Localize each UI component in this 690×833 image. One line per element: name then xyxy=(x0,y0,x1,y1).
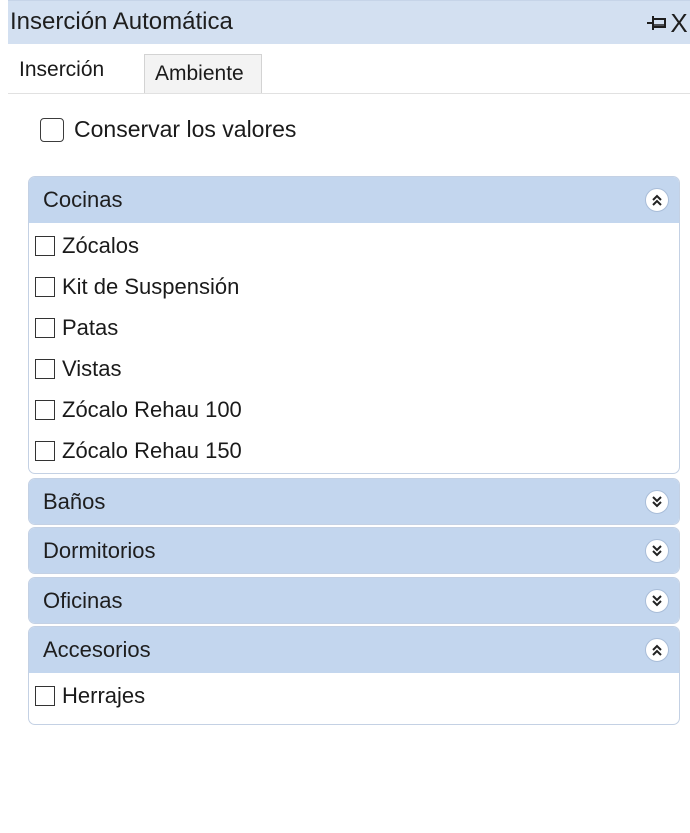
group-header-dormitorios[interactable]: Dormitorios xyxy=(29,528,679,573)
group-title: Dormitorios xyxy=(43,538,156,563)
chevron-up-double-icon[interactable] xyxy=(645,188,669,212)
item-label: Patas xyxy=(62,314,119,340)
keep-values-checkbox[interactable]: Conservar los valores xyxy=(40,116,296,143)
group-title: Baños xyxy=(43,489,106,514)
checkbox-box[interactable] xyxy=(35,235,55,256)
tab-insercion[interactable]: Inserción xyxy=(11,50,139,94)
list-item[interactable]: Zócalo Rehau 150 xyxy=(35,430,679,471)
keep-values-label: Conservar los valores xyxy=(74,116,297,142)
panel-title: Inserción Automática xyxy=(10,8,233,35)
checkbox-box[interactable] xyxy=(35,440,55,461)
list-item[interactable]: Patas xyxy=(35,307,679,348)
title-bar: Inserción Automática X xyxy=(8,0,690,44)
insertion-panel: Inserción Automática X Inserción Ambient… xyxy=(8,0,690,833)
item-label: Zócalos xyxy=(62,232,140,258)
group-header-banos[interactable]: Baños xyxy=(29,479,679,524)
group-header-oficinas[interactable]: Oficinas xyxy=(29,578,679,623)
group-items: Herrajes xyxy=(29,673,679,720)
item-label: Kit de Suspensión xyxy=(62,273,240,299)
chevron-down-double-icon[interactable] xyxy=(645,539,669,563)
tab-divider xyxy=(8,93,690,94)
checkbox-box[interactable] xyxy=(40,117,64,142)
item-label: Vistas xyxy=(62,355,122,381)
chevron-up-double-icon[interactable] xyxy=(645,638,669,662)
list-item[interactable]: Kit de Suspensión xyxy=(35,266,679,307)
list-item[interactable]: Vistas xyxy=(35,348,679,389)
checkbox-box[interactable] xyxy=(35,276,55,297)
close-icon[interactable]: X xyxy=(668,9,690,37)
checkbox-box[interactable] xyxy=(35,399,55,420)
group-accesorios: Accesorios Herrajes xyxy=(28,626,680,725)
item-label: Herrajes xyxy=(62,682,146,708)
checkbox-box[interactable] xyxy=(35,358,55,379)
pin-icon[interactable] xyxy=(646,13,668,33)
list-item[interactable]: Herrajes xyxy=(35,675,679,716)
checkbox-box[interactable] xyxy=(35,317,55,338)
group-banos: Baños xyxy=(28,478,680,525)
tab-ambiente[interactable]: Ambiente xyxy=(144,54,262,94)
group-cocinas: Cocinas Zócalos Kit de Suspensión Patas … xyxy=(28,176,680,474)
group-items: Zócalos Kit de Suspensión Patas Vistas Z… xyxy=(29,223,679,473)
group-dormitorios: Dormitorios xyxy=(28,527,680,574)
group-title: Oficinas xyxy=(43,588,123,613)
chevron-down-double-icon[interactable] xyxy=(645,490,669,514)
group-oficinas: Oficinas xyxy=(28,577,680,624)
item-label: Zócalo Rehau 150 xyxy=(62,437,242,463)
checkbox-box[interactable] xyxy=(35,685,55,706)
list-item[interactable]: Zócalo Rehau 100 xyxy=(35,389,679,430)
chevron-down-double-icon[interactable] xyxy=(645,589,669,613)
group-title: Accesorios xyxy=(43,637,151,662)
group-title: Cocinas xyxy=(43,187,123,212)
item-label: Zócalo Rehau 100 xyxy=(62,396,242,422)
group-header-accesorios[interactable]: Accesorios xyxy=(29,627,679,673)
list-item[interactable]: Zócalos xyxy=(35,225,679,266)
group-header-cocinas[interactable]: Cocinas xyxy=(29,177,679,223)
